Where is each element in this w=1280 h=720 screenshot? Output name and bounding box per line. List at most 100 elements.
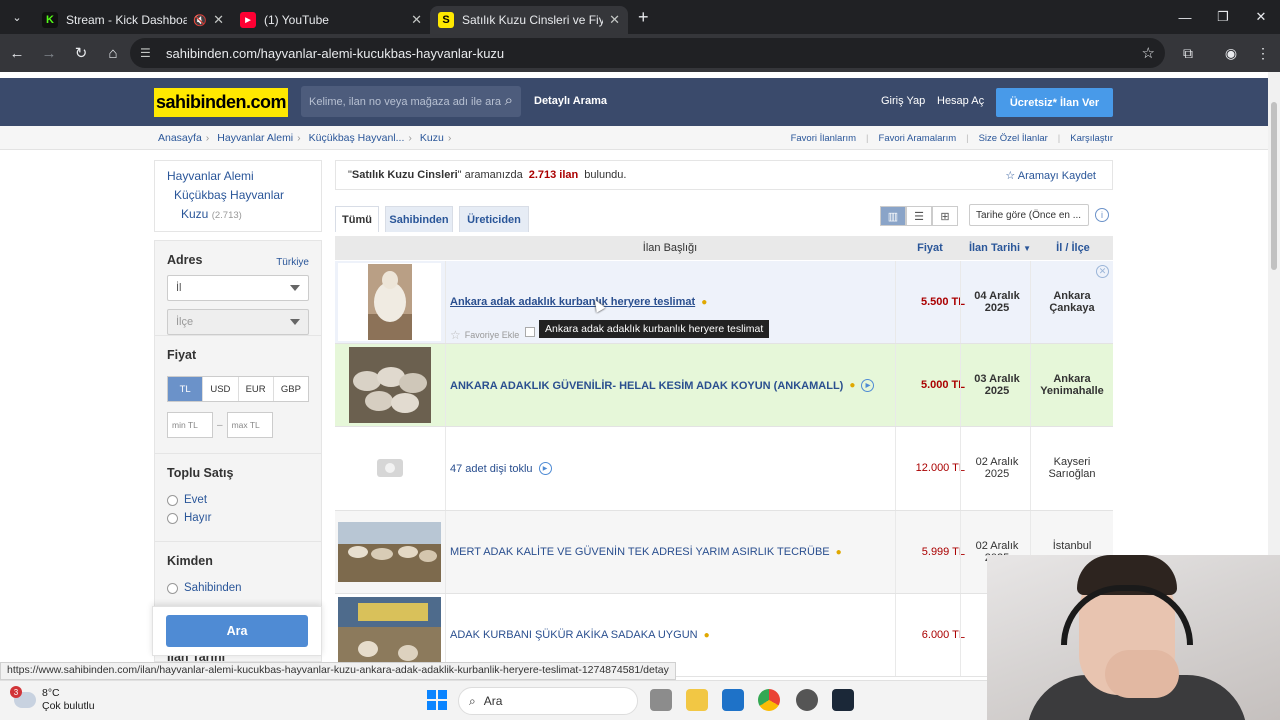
restore-icon[interactable]: ❐ — [1204, 0, 1242, 34]
home-icon[interactable]: ⌂ — [98, 38, 128, 68]
new-tab-icon[interactable]: + — [638, 7, 649, 28]
search-icon[interactable]: ⌕ — [505, 92, 513, 109]
district-select[interactable]: İlçe — [167, 309, 309, 335]
menu-dots-icon[interactable]: ⋮ — [1248, 38, 1278, 68]
listing-title[interactable]: ADAK KURBANI ŞÜKÜR AKİKA SADAKA UYGUN ● — [450, 629, 710, 641]
steam-icon[interactable] — [832, 689, 854, 711]
date-year: 2025 — [984, 468, 1010, 480]
country-link[interactable]: Türkiye — [276, 257, 309, 268]
minimize-icon[interactable]: — — [1166, 0, 1204, 34]
tab-all[interactable]: Tümü — [335, 206, 379, 232]
info-icon[interactable]: i — [1095, 208, 1109, 222]
hide-listing-icon[interactable]: ✕ — [1096, 265, 1109, 278]
currency-tl[interactable]: TL — [168, 377, 204, 401]
obs-icon[interactable] — [796, 689, 818, 711]
breadcrumb-item[interactable]: Kuzu — [420, 132, 444, 144]
compact-view-icon[interactable]: ☰ — [906, 206, 932, 226]
scrollbar-thumb[interactable] — [1271, 102, 1277, 270]
weather-widget[interactable]: 3 8°C Çok bulutlu — [10, 686, 95, 713]
radio-evet[interactable]: Evet — [167, 494, 309, 506]
radio-sahibinden[interactable]: Sahibinden — [167, 582, 309, 594]
profile-avatar-icon[interactable]: ◉ — [1216, 38, 1246, 68]
reload-icon[interactable]: ↻ — [66, 38, 96, 68]
windows-start-icon[interactable] — [427, 690, 447, 710]
currency-eur[interactable]: EUR — [238, 377, 274, 401]
save-search-link[interactable]: ☆ Aramayı Kaydet — [1005, 169, 1096, 182]
favorite-searches-link[interactable]: Favori Aramalarım — [879, 133, 957, 144]
signup-link[interactable]: Hesap Aç — [937, 95, 984, 107]
compare-checkbox[interactable] — [525, 327, 535, 337]
listing-title[interactable]: MERT ADAK KALİTE VE GÜVENİN TEK ADRESİ Y… — [450, 546, 842, 558]
listing-thumbnail[interactable] — [338, 263, 441, 341]
close-tab-icon[interactable]: ✕ — [213, 12, 224, 28]
special-listings-link[interactable]: Size Özel İlanlar — [979, 133, 1048, 144]
close-tab-icon[interactable]: ✕ — [609, 12, 620, 28]
tab-youtube[interactable]: ▶ (1) YouTube ✕ — [232, 6, 430, 34]
table-row[interactable]: ANKARA ADAKLIK GÜVENİLİR- HELAL KESİM AD… — [335, 344, 1113, 427]
close-tab-icon[interactable]: ✕ — [411, 12, 422, 28]
post-ad-button[interactable]: Ücretsiz* İlan Ver — [996, 88, 1113, 117]
tab-kick[interactable]: K Stream - Kick Dashboard 🔇 ✕ — [34, 6, 232, 34]
listing-title-text: ADAK KURBANI ŞÜKÜR AKİKA SADAKA UYGUN — [450, 629, 698, 641]
search-button-panel: Ara — [152, 606, 322, 656]
category-level2[interactable]: Küçükbaş Hayvanlar — [167, 188, 309, 202]
site-info-icon[interactable]: ☰ — [140, 46, 156, 60]
taskbar-search[interactable]: ⌕ Ara — [458, 687, 638, 715]
forward-icon[interactable]: → — [34, 38, 64, 68]
bookmark-star-icon[interactable]: ☆ — [1142, 44, 1155, 62]
listing-thumbnail[interactable] — [338, 346, 441, 424]
notification-badge: 3 — [10, 686, 22, 698]
radio-circle[interactable] — [167, 582, 178, 594]
radio-circle[interactable] — [167, 512, 178, 524]
min-price-input[interactable]: min TL — [167, 412, 213, 438]
list-view-icon[interactable]: ▥ — [880, 206, 906, 226]
chrome-icon[interactable] — [758, 689, 780, 711]
breadcrumb-item[interactable]: Anasayfa — [158, 132, 202, 144]
url-bar[interactable]: ☰ sahibinden.com/hayvanlar-alemi-kucukba… — [130, 38, 1165, 68]
muted-icon[interactable]: 🔇 — [193, 14, 207, 27]
detailed-search-link[interactable]: Detaylı Arama — [534, 95, 607, 107]
listing-thumbnail[interactable] — [338, 429, 441, 507]
account-links: Favori İlanlarım | Favori Aramalarım | Siz… — [790, 133, 1113, 144]
currency-gbp[interactable]: GBP — [273, 377, 308, 401]
extensions-icon[interactable]: ⧉ — [1173, 38, 1203, 68]
listing-title[interactable]: ANKARA ADAKLIK GÜVENİLİR- HELAL KESİM AD… — [450, 379, 875, 392]
listing-title[interactable]: 47 adet dişi toklu ▶ — [450, 462, 552, 475]
listing-thumbnail[interactable] — [338, 513, 441, 591]
radio-hayir[interactable]: Hayır — [167, 512, 309, 524]
max-price-input[interactable]: max TL — [226, 412, 273, 438]
login-link[interactable]: Giriş Yap — [881, 95, 925, 107]
compare-link[interactable]: Karşılaştır — [1070, 133, 1113, 144]
add-favorite-link[interactable]: ☆ Favoriye Ekle — [450, 328, 519, 342]
sahibinden-logo[interactable]: sahibinden.com — [154, 88, 288, 117]
apply-search-button[interactable]: Ara — [166, 615, 308, 647]
col-date[interactable]: İlan Tarihi ▼ — [960, 242, 1040, 254]
tab-sahibinden[interactable]: S Satılık Kuzu Cinsleri ve Fiyatları ✕ — [430, 6, 628, 34]
task-view-icon[interactable] — [650, 689, 672, 711]
file-explorer-icon[interactable] — [686, 689, 708, 711]
tab-producer[interactable]: Üreticiden — [459, 206, 529, 232]
district-value: İlçe — [176, 316, 194, 328]
outlook-icon[interactable] — [722, 689, 744, 711]
listing-title[interactable]: Ankara adak adaklık kurbanlık heryere te… — [450, 296, 707, 308]
province-select[interactable]: İl — [167, 275, 309, 301]
site-search-input[interactable]: Kelime, ilan no veya mağaza adı ile ara … — [301, 86, 521, 117]
col-location[interactable]: İl / İlçe — [1033, 242, 1113, 254]
grid-view-icon[interactable]: ⊞ — [932, 206, 958, 226]
category-level3[interactable]: Kuzu (2.713) — [167, 207, 309, 221]
breadcrumb-item[interactable]: Hayvanlar Alemi — [217, 132, 293, 144]
table-row[interactable]: 47 adet dişi toklu ▶ 12.000 TL 02 Aralık 2… — [335, 427, 1113, 511]
sort-select[interactable]: Tarihe göre (Önce en ... — [969, 204, 1089, 226]
col-price[interactable]: Fiyat — [890, 242, 970, 254]
kick-icon: K — [42, 12, 58, 28]
tab-search-icon[interactable]: ⌄ — [0, 0, 34, 34]
category-level1[interactable]: Hayvanlar Alemi — [167, 169, 309, 183]
back-icon[interactable]: ← — [2, 38, 32, 68]
tab-owner[interactable]: Sahibinden — [385, 206, 453, 232]
breadcrumb-item[interactable]: Küçükbaş Hayvanl... — [309, 132, 405, 144]
favorite-listings-link[interactable]: Favori İlanlarım — [791, 133, 856, 144]
close-window-icon[interactable]: ✕ — [1242, 0, 1280, 34]
sheep-field-photo — [338, 522, 441, 582]
currency-usd[interactable]: USD — [203, 377, 239, 401]
radio-circle[interactable] — [167, 494, 178, 506]
